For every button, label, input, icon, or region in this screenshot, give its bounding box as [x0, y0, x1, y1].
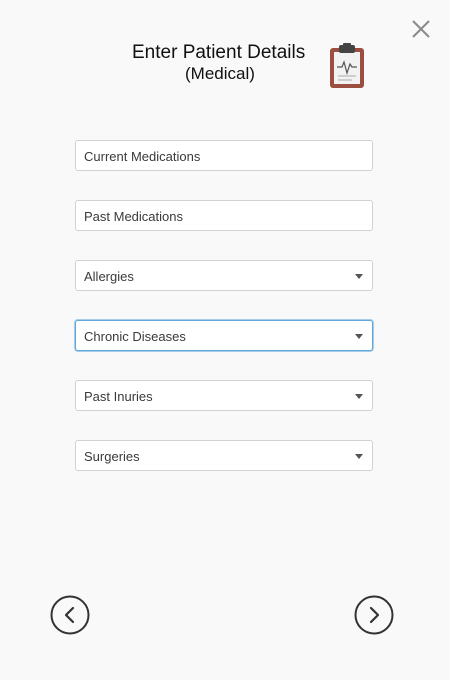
surgeries-select[interactable]: Surgeries [75, 440, 373, 471]
surgeries-placeholder: Surgeries [84, 449, 140, 464]
chronic-diseases-placeholder: Chronic Diseases [84, 329, 186, 344]
next-button[interactable] [354, 595, 394, 635]
clipboard-icon [330, 43, 364, 88]
chevron-down-icon [355, 394, 363, 399]
past-injuries-placeholder: Past Inuries [84, 389, 153, 404]
chevron-right-icon[interactable] [354, 595, 394, 635]
close-button[interactable] [410, 18, 432, 40]
chevron-left-icon[interactable] [50, 595, 90, 635]
past-medications-input[interactable]: Past Medications [75, 200, 373, 231]
past-injuries-select[interactable]: Past Inuries [75, 380, 373, 411]
close-icon[interactable] [410, 18, 432, 40]
page-subtitle: (Medical) [185, 64, 255, 83]
dialog-header: Enter Patient Details (Medical) [0, 40, 450, 90]
chevron-down-icon [355, 334, 363, 339]
past-medications-placeholder: Past Medications [84, 209, 183, 224]
chevron-down-icon [355, 454, 363, 459]
current-medications-input[interactable]: Current Medications [75, 140, 373, 171]
allergies-placeholder: Allergies [84, 269, 134, 284]
chronic-diseases-select[interactable]: Chronic Diseases [75, 320, 373, 351]
current-medications-placeholder: Current Medications [84, 149, 201, 164]
page-title: Enter Patient Details [132, 42, 306, 63]
chevron-down-icon [355, 274, 363, 279]
back-button[interactable] [50, 595, 90, 635]
allergies-select[interactable]: Allergies [75, 260, 373, 291]
